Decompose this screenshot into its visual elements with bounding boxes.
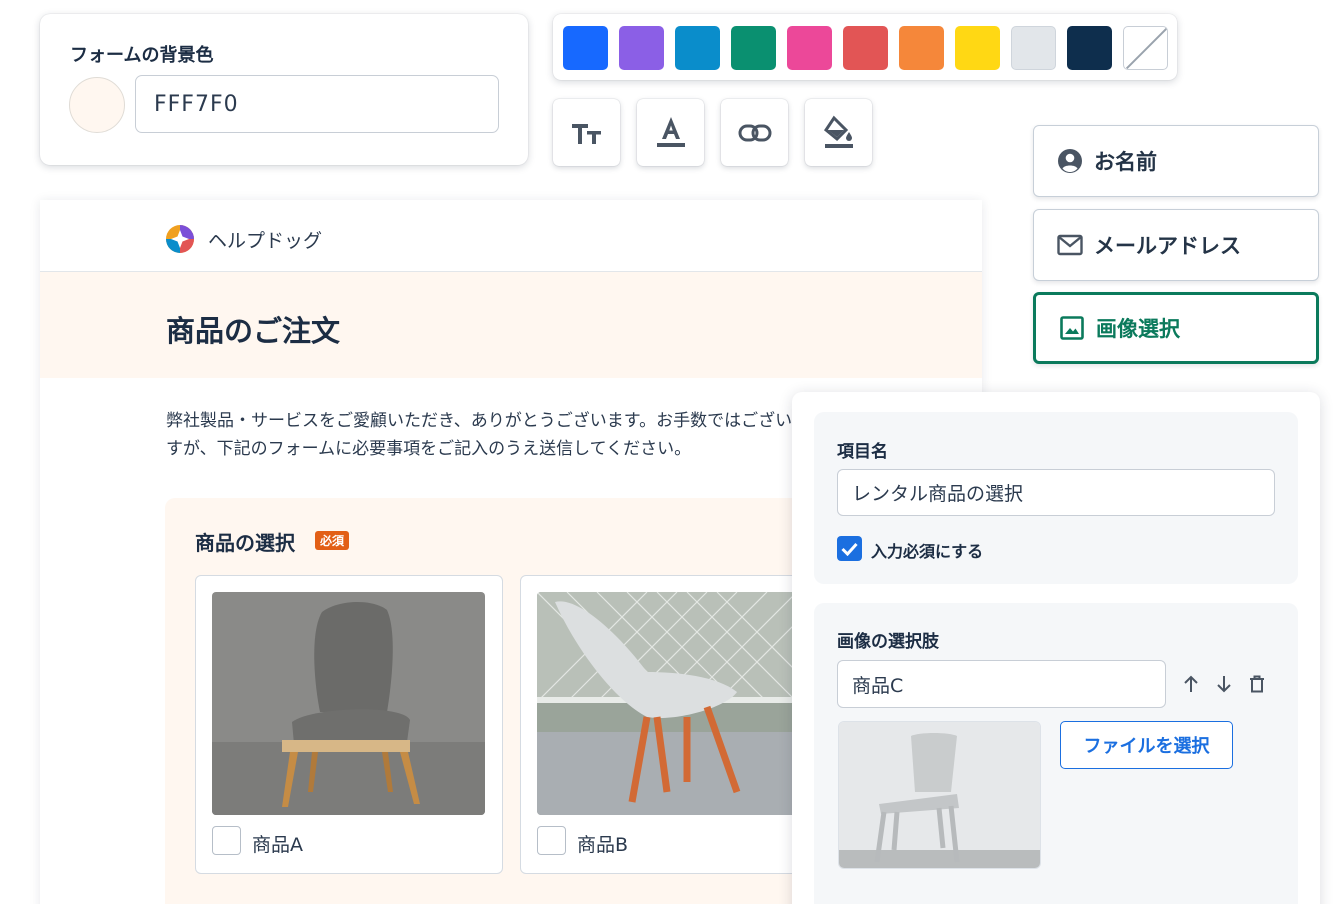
image-options-group: 画像の選択肢 商品C ファイルを選択	[814, 603, 1298, 904]
move-up-button[interactable]	[1180, 673, 1202, 695]
color-swatch[interactable]	[1067, 26, 1112, 70]
move-down-button[interactable]	[1213, 673, 1235, 695]
option-name-input[interactable]: 商品C	[837, 660, 1166, 708]
required-badge: 必須	[315, 531, 350, 550]
text-color-button[interactable]	[637, 99, 704, 166]
item-name-group: 項目名 レンタル商品の選択 入力必須にする	[814, 412, 1298, 584]
color-swatch[interactable]	[563, 26, 608, 70]
mail-icon	[1056, 231, 1084, 259]
field-settings-panel: 項目名 レンタル商品の選択 入力必須にする 画像の選択肢 商品C ファイルを選択	[792, 392, 1320, 904]
product-select-section: 商品の選択 必須 商品A 商品B	[165, 498, 865, 904]
link-button[interactable]	[721, 99, 788, 166]
required-checkbox[interactable]	[837, 536, 862, 561]
color-palette	[553, 14, 1177, 80]
choose-file-button[interactable]: ファイルを選択	[1060, 721, 1233, 769]
form-title: 商品のご注文	[166, 314, 341, 348]
section-title: 商品の選択	[195, 531, 295, 555]
field-type-label: お名前	[1094, 150, 1157, 174]
form-intro: 弊社製品・サービスをご愛顧いただき、ありがとうございます。お手数ではございますが…	[166, 411, 810, 459]
product-image-chair-grey	[212, 592, 485, 815]
field-type-label: メールアドレス	[1094, 234, 1241, 258]
trash-icon	[1250, 675, 1264, 693]
product-option[interactable]: 商品B	[520, 575, 828, 874]
item-name-label: 項目名	[837, 442, 888, 462]
no-color-swatch[interactable]	[1123, 26, 1168, 70]
color-swatch[interactable]	[675, 26, 720, 70]
paint-bucket-icon	[823, 115, 853, 148]
background-color-panel: フォームの背景色	[40, 14, 528, 165]
product-option[interactable]: 商品A	[195, 575, 503, 874]
color-swatch[interactable]	[787, 26, 832, 70]
product-label: 商品B	[577, 834, 629, 856]
product-checkbox[interactable]	[537, 826, 566, 855]
color-swatch[interactable]	[619, 26, 664, 70]
image-icon	[1058, 314, 1086, 342]
brand-header: ヘルプドッグ	[40, 200, 982, 272]
hex-color-input[interactable]	[135, 75, 499, 133]
color-swatch[interactable]	[899, 26, 944, 70]
field-type-email[interactable]: メールアドレス	[1033, 209, 1319, 281]
background-color-swatch[interactable]	[69, 77, 125, 133]
field-type-label: 画像選択	[1096, 317, 1180, 341]
link-icon	[738, 124, 771, 141]
image-options-label: 画像の選択肢	[837, 632, 939, 652]
field-type-image-select[interactable]: 画像選択	[1033, 292, 1319, 364]
form-hero: 商品のご注文	[40, 272, 982, 378]
brand-name: ヘルプドッグ	[208, 230, 323, 252]
text-size-icon	[571, 123, 601, 144]
text-color-icon	[656, 116, 685, 147]
item-name-input[interactable]: レンタル商品の選択	[837, 469, 1275, 516]
field-type-name[interactable]: お名前	[1033, 125, 1319, 197]
arrow-up-icon	[1184, 675, 1198, 692]
fill-color-button[interactable]	[805, 99, 872, 166]
option-image-thumbnail	[838, 721, 1041, 869]
brand-logo-icon	[166, 225, 194, 253]
text-size-button[interactable]	[553, 99, 620, 166]
product-label: 商品A	[252, 834, 303, 856]
required-checkbox-label: 入力必須にする	[871, 542, 984, 561]
color-swatch[interactable]	[955, 26, 1000, 70]
background-color-title: フォームの背景色	[70, 45, 214, 66]
person-icon	[1056, 147, 1084, 175]
delete-button[interactable]	[1246, 673, 1268, 695]
color-swatch[interactable]	[843, 26, 888, 70]
checkmark-icon	[841, 542, 858, 556]
color-swatch[interactable]	[731, 26, 776, 70]
product-checkbox[interactable]	[212, 826, 241, 855]
product-image-chair-white	[537, 592, 810, 815]
arrow-down-icon	[1217, 676, 1231, 693]
color-swatch[interactable]	[1011, 26, 1056, 70]
